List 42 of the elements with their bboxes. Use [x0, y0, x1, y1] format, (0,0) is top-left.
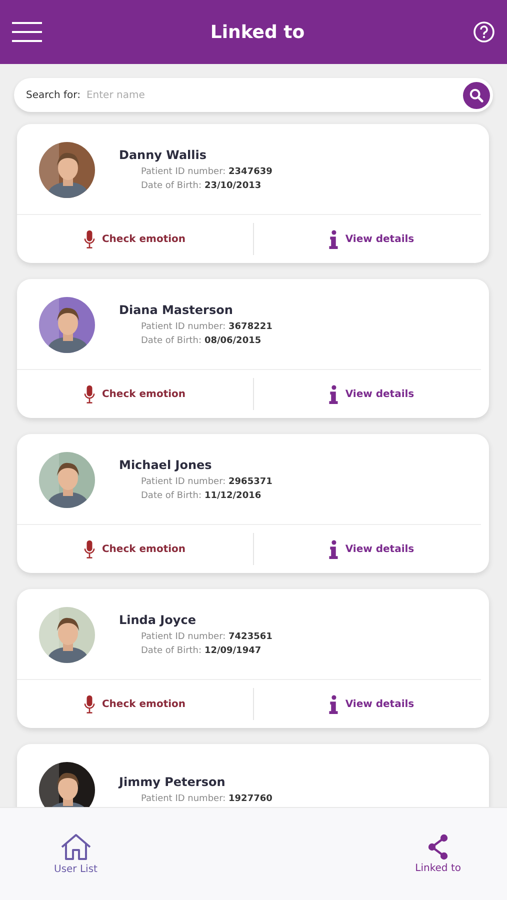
search-label: Search for:	[26, 90, 80, 100]
patient-id: Patient ID number: 1927760	[140, 792, 272, 806]
menu-icon[interactable]	[12, 21, 42, 43]
info-icon	[328, 230, 338, 248]
patient-id: Patient ID number: 2347639	[140, 166, 272, 178]
check-emotion-button[interactable]: Check emotion	[17, 533, 254, 565]
info-icon	[328, 384, 338, 404]
info-icon	[328, 540, 338, 558]
info-icon	[328, 694, 338, 714]
view-details-button[interactable]: View details	[254, 688, 489, 720]
date-of-birth: Date of Birth: 23/10/2013	[140, 180, 262, 192]
nav-tab[interactable]: Linked to	[409, 833, 467, 875]
patient-name: Diana Masterson	[119, 302, 234, 316]
patient-id: Patient ID number: 3678221	[140, 320, 272, 334]
patient-name: Danny Wallis	[119, 148, 208, 162]
date-of-birth: Date of Birth: 12/09/1947	[140, 644, 262, 658]
microphone-icon	[84, 540, 95, 558]
view-details-button[interactable]: View details	[254, 223, 489, 255]
page-title: Linked to	[210, 22, 305, 42]
view-details-button[interactable]: View details	[254, 533, 489, 565]
search-input[interactable]: Enter name	[84, 88, 463, 102]
patient-id: Patient ID number: 2965371	[140, 476, 272, 488]
check-emotion-button[interactable]: Check emotion	[17, 688, 254, 720]
microphone-icon	[84, 694, 95, 714]
patient-id: Patient ID number: 7423561	[140, 630, 272, 644]
patient-name: Jimmy Peterson	[119, 774, 226, 788]
patient-name: Linda Joyce	[119, 612, 197, 626]
house-icon	[60, 833, 92, 861]
date-of-birth: Date of Birth: 08/06/2015	[140, 334, 262, 348]
microphone-icon	[84, 384, 95, 404]
share-icon	[426, 834, 450, 860]
check-emotion-button[interactable]: Check emotion	[17, 223, 254, 255]
check-emotion-button[interactable]: Check emotion	[17, 378, 254, 410]
search-field[interactable]: Search for: Enter name	[14, 78, 493, 112]
patient-name: Michael Jones	[119, 458, 213, 472]
search-icon	[469, 88, 484, 102]
nav-tab[interactable]: User List	[48, 832, 104, 876]
search-button[interactable]	[463, 82, 490, 108]
view-details-button[interactable]: View details	[254, 378, 489, 410]
help-icon[interactable]	[473, 21, 495, 43]
microphone-icon	[84, 230, 95, 248]
date-of-birth: Date of Birth: 11/12/2016	[140, 490, 262, 502]
